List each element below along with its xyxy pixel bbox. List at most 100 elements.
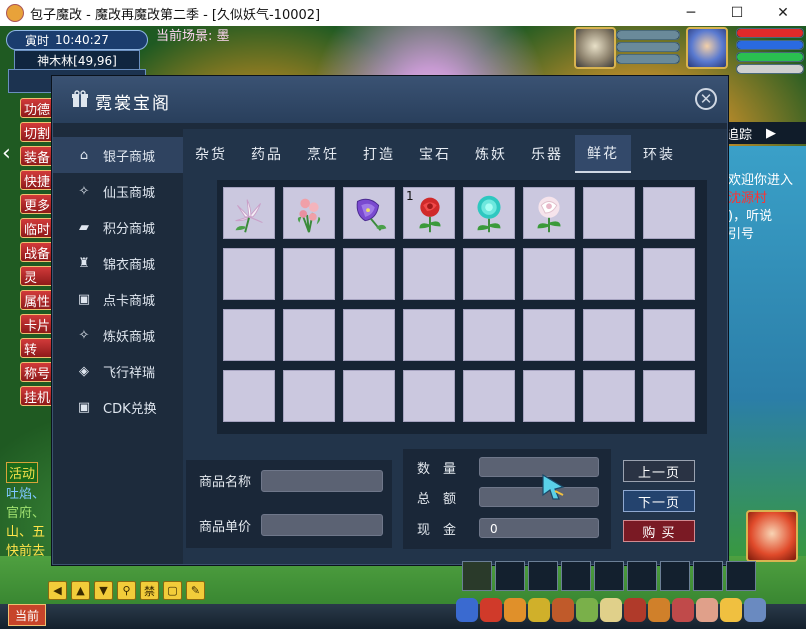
item-slot-white-lily[interactable] bbox=[223, 187, 275, 239]
current-channel-button[interactable]: 当前 bbox=[8, 604, 46, 626]
search-icon[interactable]: ⚲ bbox=[117, 581, 136, 600]
player-portrait[interactable] bbox=[686, 27, 728, 69]
item-slot-empty[interactable] bbox=[343, 309, 395, 361]
hotkey-slot[interactable] bbox=[660, 561, 690, 591]
sidebar-button-6[interactable]: 战备 bbox=[20, 242, 54, 262]
hotkey-slot[interactable] bbox=[495, 561, 525, 591]
settings-icon[interactable] bbox=[744, 598, 766, 622]
sidebar-button-4[interactable]: 更多 bbox=[20, 194, 54, 214]
item-slot-empty[interactable] bbox=[643, 248, 695, 300]
sidebar-button-2[interactable]: 装备 bbox=[20, 146, 54, 166]
hotkey-lock-slot[interactable] bbox=[462, 561, 492, 591]
sidebar-button-11[interactable]: 称号 bbox=[20, 362, 54, 382]
item-slot-empty[interactable] bbox=[223, 370, 275, 422]
sword-icon[interactable] bbox=[456, 598, 478, 622]
hotkey-slot[interactable] bbox=[726, 561, 756, 591]
item-slot-empty[interactable] bbox=[403, 309, 455, 361]
tab-medicine[interactable]: 药品 bbox=[239, 135, 295, 173]
minimize-button[interactable]: ─ bbox=[668, 0, 714, 26]
hotkey-slot[interactable] bbox=[627, 561, 657, 591]
prev-page-button[interactable]: 上一页 bbox=[623, 460, 695, 482]
nav-item-demon[interactable]: ✧ 炼妖商城 bbox=[53, 317, 183, 353]
item-slot-empty[interactable] bbox=[523, 248, 575, 300]
pencil-icon[interactable]: ✎ bbox=[186, 581, 205, 600]
nav-item-jade[interactable]: ✧ 仙玉商城 bbox=[53, 173, 183, 209]
tab-forge[interactable]: 打造 bbox=[351, 135, 407, 173]
gift-box-icon[interactable] bbox=[624, 598, 646, 622]
item-slot-empty[interactable] bbox=[583, 187, 635, 239]
chevron-left-icon[interactable]: ‹ bbox=[2, 140, 18, 168]
tab-cooking[interactable]: 烹饪 bbox=[295, 135, 351, 173]
item-slot-empty[interactable] bbox=[403, 248, 455, 300]
smile-icon[interactable] bbox=[720, 598, 742, 622]
sidebar-button-12[interactable]: 挂机 bbox=[20, 386, 54, 406]
maximize-button[interactable]: ☐ bbox=[714, 0, 760, 26]
pet-portrait[interactable] bbox=[574, 27, 616, 69]
item-slot-empty[interactable] bbox=[583, 370, 635, 422]
nav-item-costume[interactable]: ♜ 锦衣商城 bbox=[53, 245, 183, 281]
scroll-icon[interactable] bbox=[600, 598, 622, 622]
item-slot-empty[interactable] bbox=[463, 309, 515, 361]
sidebar-button-0[interactable]: 功德 bbox=[20, 98, 54, 118]
nav-item-silver[interactable]: ⌂ 银子商城 bbox=[53, 137, 183, 173]
sidebar-button-8[interactable]: 属性 bbox=[20, 290, 54, 310]
item-slot-cyan-chrysanthemum[interactable] bbox=[463, 187, 515, 239]
arrow-left-icon[interactable]: ◀ bbox=[48, 581, 67, 600]
nav-item-card[interactable]: ▣ 点卡商城 bbox=[53, 281, 183, 317]
team-icon[interactable] bbox=[576, 598, 598, 622]
bag-icon[interactable] bbox=[480, 598, 502, 622]
peach-icon[interactable] bbox=[696, 598, 718, 622]
tab-rings[interactable]: 环装 bbox=[631, 135, 687, 173]
close-dialog-button[interactable]: ✕ bbox=[695, 88, 717, 110]
item-slot-purple-bellflower[interactable] bbox=[343, 187, 395, 239]
item-slot-empty[interactable] bbox=[283, 309, 335, 361]
chevron-right-icon[interactable]: ▶ bbox=[766, 126, 776, 141]
hotkey-slot[interactable] bbox=[528, 561, 558, 591]
item-slot-white-rose[interactable] bbox=[523, 187, 575, 239]
close-window-button[interactable]: ✕ bbox=[760, 0, 806, 26]
horn-icon[interactable] bbox=[648, 598, 670, 622]
sidebar-button-7[interactable]: 灵 bbox=[20, 266, 54, 286]
npc-portrait[interactable] bbox=[746, 510, 798, 562]
item-slot-empty[interactable] bbox=[463, 248, 515, 300]
tab-gems[interactable]: 宝石 bbox=[407, 135, 463, 173]
hotkey-slot[interactable] bbox=[594, 561, 624, 591]
nav-item-cdk[interactable]: ▣ CDK兑换 bbox=[53, 389, 183, 425]
tab-instruments[interactable]: 乐器 bbox=[519, 135, 575, 173]
pet-icon[interactable] bbox=[552, 598, 574, 622]
item-slot-empty[interactable] bbox=[283, 370, 335, 422]
tab-misc[interactable]: 杂货 bbox=[183, 135, 239, 173]
buy-button[interactable]: 购 买 bbox=[623, 520, 695, 542]
lock-icon[interactable]: ▢ bbox=[163, 581, 182, 600]
item-slot-empty[interactable] bbox=[583, 309, 635, 361]
sidebar-button-5[interactable]: 临时 bbox=[20, 218, 54, 238]
item-slot-empty[interactable] bbox=[343, 370, 395, 422]
nav-item-points[interactable]: ▰ 积分商城 bbox=[53, 209, 183, 245]
sidebar-button-9[interactable]: 卡片 bbox=[20, 314, 54, 334]
item-slot-empty[interactable] bbox=[463, 370, 515, 422]
sidebar-button-1[interactable]: 切割 bbox=[20, 122, 54, 142]
hotkey-slot[interactable] bbox=[561, 561, 591, 591]
arrow-up-icon[interactable]: ▲ bbox=[71, 581, 90, 600]
gourd-icon[interactable] bbox=[504, 598, 526, 622]
sidebar-button-3[interactable]: 快捷 bbox=[20, 170, 54, 190]
item-slot-pink-bunch[interactable] bbox=[283, 187, 335, 239]
item-slot-empty[interactable] bbox=[523, 370, 575, 422]
item-slot-empty[interactable] bbox=[643, 187, 695, 239]
chat-panel[interactable]: 活动 吐焰、 官府、 山、五 快前去 bbox=[6, 462, 58, 560]
item-slot-empty[interactable] bbox=[523, 309, 575, 361]
item-slot-empty[interactable] bbox=[403, 370, 455, 422]
item-slot-empty[interactable] bbox=[583, 248, 635, 300]
world-icon[interactable] bbox=[672, 598, 694, 622]
item-slot-empty[interactable] bbox=[343, 248, 395, 300]
quantity-input[interactable] bbox=[479, 457, 599, 477]
sidebar-button-10[interactable]: 转 bbox=[20, 338, 54, 358]
tab-flowers[interactable]: 鲜花 bbox=[575, 135, 631, 173]
nav-item-flying[interactable]: ◈ 飞行祥瑞 bbox=[53, 353, 183, 389]
coin-icon[interactable] bbox=[528, 598, 550, 622]
item-slot-red-rose[interactable]: 1 bbox=[403, 187, 455, 239]
chat-tag[interactable]: 活动 bbox=[6, 462, 39, 483]
item-slot-empty[interactable] bbox=[223, 248, 275, 300]
item-slot-empty[interactable] bbox=[223, 309, 275, 361]
forbid-button[interactable]: 禁 bbox=[140, 581, 159, 600]
